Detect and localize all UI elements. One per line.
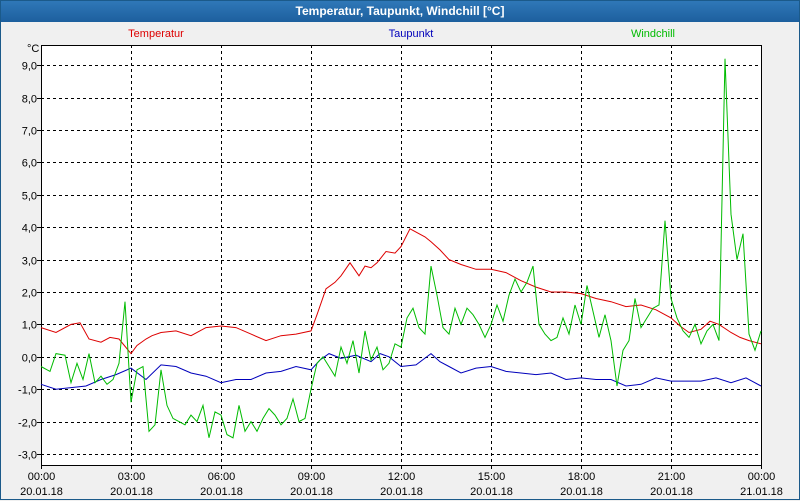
x-tick-time: 12:00: [388, 471, 416, 483]
x-tick-date: 20.01.18: [290, 486, 333, 498]
y-tick-label: -1,0: [18, 385, 37, 397]
x-tick-date: 20.01.18: [20, 486, 63, 498]
y-tick-label: 1,0: [22, 320, 37, 332]
y-tick-label: 7,0: [22, 126, 37, 138]
y-tick-label: 9,0: [22, 61, 37, 73]
legend: Temperatur Taupunkt Windchill: [128, 28, 675, 40]
y-tick-label: 6,0: [22, 158, 37, 170]
y-tick-label: 0,0: [22, 353, 37, 365]
y-tick-label: 4,0: [22, 223, 37, 235]
x-tick-date: 20.01.18: [560, 486, 603, 498]
x-tick-time: 09:00: [298, 471, 326, 483]
x-tick-time: 00:00: [28, 471, 56, 483]
x-tick-time: 06:00: [208, 471, 236, 483]
x-tick-date: 20.01.18: [200, 486, 243, 498]
legend-item-windchill: Windchill: [631, 28, 675, 40]
y-tick-label: 8,0: [22, 94, 37, 106]
legend-item-taupunkt: Taupunkt: [389, 28, 434, 40]
chart-window: Temperatur, Taupunkt, Windchill [°C] -3,…: [0, 0, 800, 500]
x-tick-time: 18:00: [568, 471, 596, 483]
x-tick-time: 00:00: [748, 471, 776, 483]
chart-area: -3,0 -2,0 -1,0 0,0 1,0 2,0 3,0 4,0 5,0 6,0 7,0 8,0 9…: [18, 28, 783, 498]
x-tick-date: 20.01.18: [380, 486, 423, 498]
x-tick-time: 15:00: [478, 471, 506, 483]
x-tick-time: 03:00: [118, 471, 146, 483]
x-tick-date: 20.01.18: [110, 486, 153, 498]
y-tick-label: 3,0: [22, 256, 37, 268]
y-tick-label: -2,0: [18, 418, 37, 430]
y-tick-label: 5,0: [22, 191, 37, 203]
y-axis-unit: °C: [27, 43, 39, 55]
x-tick-date: 21.01.18: [740, 486, 783, 498]
x-axis: 00:00 20.01.18 03:00 20.01.18 06:00 20.01.18 0…: [20, 465, 783, 498]
y-axis: -3,0 -2,0 -1,0 0,0 1,0 2,0 3,0 4,0 5,0 6,0 7,0 8,0 9…: [18, 61, 41, 462]
y-tick-label: 2,0: [22, 288, 37, 300]
legend-item-temperatur: Temperatur: [128, 28, 184, 40]
y-tick-label: -3,0: [18, 450, 37, 462]
x-tick-date: 20.01.18: [650, 486, 693, 498]
x-tick-time: 21:00: [658, 471, 686, 483]
x-tick-date: 20.01.18: [470, 486, 513, 498]
